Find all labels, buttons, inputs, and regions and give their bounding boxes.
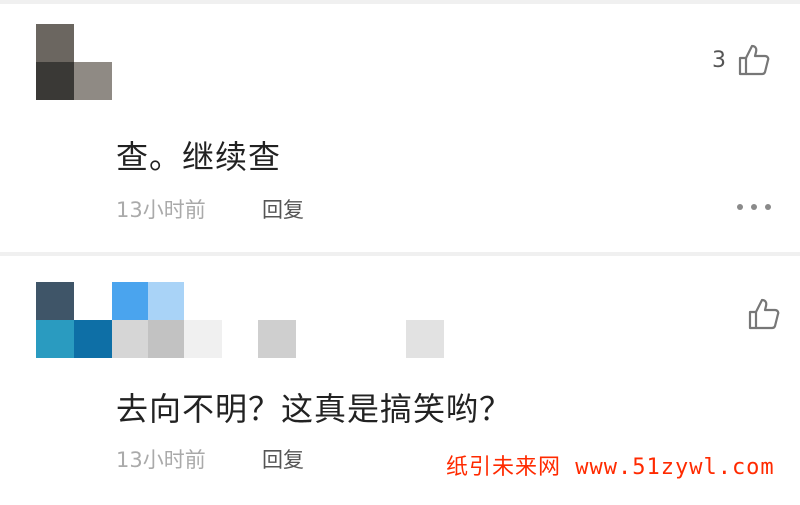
username-blurred bbox=[184, 320, 446, 358]
avatar-blurred[interactable] bbox=[36, 282, 184, 358]
like-button[interactable] bbox=[736, 296, 782, 332]
thumbs-up-icon bbox=[738, 44, 770, 76]
thumbs-up-icon bbox=[748, 298, 780, 330]
reply-button[interactable]: 回复 bbox=[262, 444, 304, 474]
comment-time: 13小时前 bbox=[116, 198, 206, 222]
like-button[interactable]: 3 bbox=[712, 42, 772, 78]
more-options-icon[interactable] bbox=[737, 202, 771, 212]
comment-item: 3 查。继续查 13小时前 回复 bbox=[0, 0, 800, 252]
like-count: 3 bbox=[712, 47, 726, 73]
comment-text: 查。继续查 bbox=[116, 138, 282, 176]
comment-time: 13小时前 bbox=[116, 448, 206, 472]
comment-text: 去向不明？这真是搞笑哟？ bbox=[116, 390, 513, 428]
comment-list-page: 3 查。继续查 13小时前 回复 去向不明？这真是搞笑哟？ 13小时前 回复 纸… bbox=[0, 0, 800, 505]
site-watermark: 纸引未来网 www.51zywl.com bbox=[446, 455, 775, 480]
reply-button[interactable]: 回复 bbox=[262, 194, 304, 224]
avatar-blurred[interactable] bbox=[36, 24, 112, 100]
